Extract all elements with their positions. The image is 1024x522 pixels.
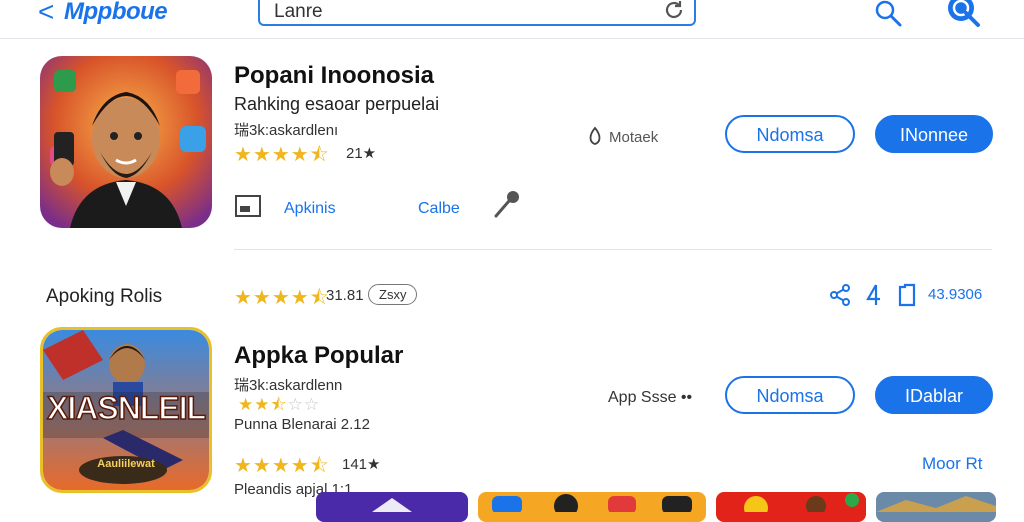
divider <box>234 249 992 250</box>
app1-subtitle: Rahking esaoar perpuelai <box>234 94 440 114</box>
refresh-icon[interactable] <box>662 0 686 22</box>
section-count: 43.9306 <box>928 286 983 303</box>
bookmark-icon[interactable] <box>896 283 918 307</box>
app1-developer: 瑞3k:askardlenı <box>234 122 339 139</box>
app1-store-label: Motaek <box>609 129 659 146</box>
app2-meta: Punna Blenarai 2.12 <box>234 416 370 433</box>
app1-install-button[interactable]: INonnee <box>875 115 993 153</box>
app2-rating-count: 141★ <box>342 456 381 473</box>
search-badge-icon[interactable] <box>944 0 982 28</box>
more-link[interactable]: Moor Rt <box>922 454 982 474</box>
section-pill[interactable]: Zsxy <box>368 284 418 305</box>
app2-icon[interactable]: XIASNLEIL Aauliilewat <box>40 327 212 493</box>
share-icon[interactable] <box>828 283 852 307</box>
thumbnail-1[interactable] <box>316 492 468 522</box>
section-rating-text: 31.81 <box>326 287 364 304</box>
app1-rating-stars: ★★★★⯪ <box>234 144 330 166</box>
search-box[interactable] <box>258 0 696 26</box>
app1-rating-count: 21★ <box>346 145 377 162</box>
brand-logo[interactable]: Mppboue <box>64 0 168 26</box>
app1-icon[interactable] <box>40 56 212 228</box>
search-icon[interactable] <box>873 0 903 28</box>
store-icon <box>589 126 601 145</box>
section-title[interactable]: Apoking Rolis <box>46 286 162 308</box>
app2-store-label: App Ssse •• <box>608 389 693 406</box>
app2-title[interactable]: Appka Popular <box>234 342 403 370</box>
mic-icon[interactable] <box>492 188 522 220</box>
screen-icon[interactable] <box>234 194 262 220</box>
search-input[interactable] <box>272 0 656 24</box>
back-chevron-icon[interactable]: < <box>38 0 54 28</box>
app1-link-apkinis[interactable]: Apkinis <box>284 200 336 218</box>
thumbnail-3[interactable] <box>716 492 866 522</box>
section-rating-stars: ★★★★⯪ <box>234 287 330 309</box>
app1-title[interactable]: Popani Inoonosia <box>234 62 434 90</box>
app2-rating-stars: ★★★★⯪ <box>234 455 330 477</box>
thumbnail-4[interactable] <box>876 492 996 522</box>
app1-link-calbe[interactable]: Calbe <box>418 200 460 218</box>
app1-secondary-button[interactable]: Ndomsa <box>725 115 855 153</box>
download-icon[interactable] <box>864 283 886 307</box>
app2-icon-subtitle: Aauliilewat <box>97 458 155 470</box>
app2-secondary-button[interactable]: Ndomsa <box>725 376 855 414</box>
app2-icon-title: XIASNLEIL <box>46 389 207 427</box>
app2-install-button[interactable]: IDablar <box>875 376 993 414</box>
thumbnail-2[interactable] <box>478 492 706 522</box>
